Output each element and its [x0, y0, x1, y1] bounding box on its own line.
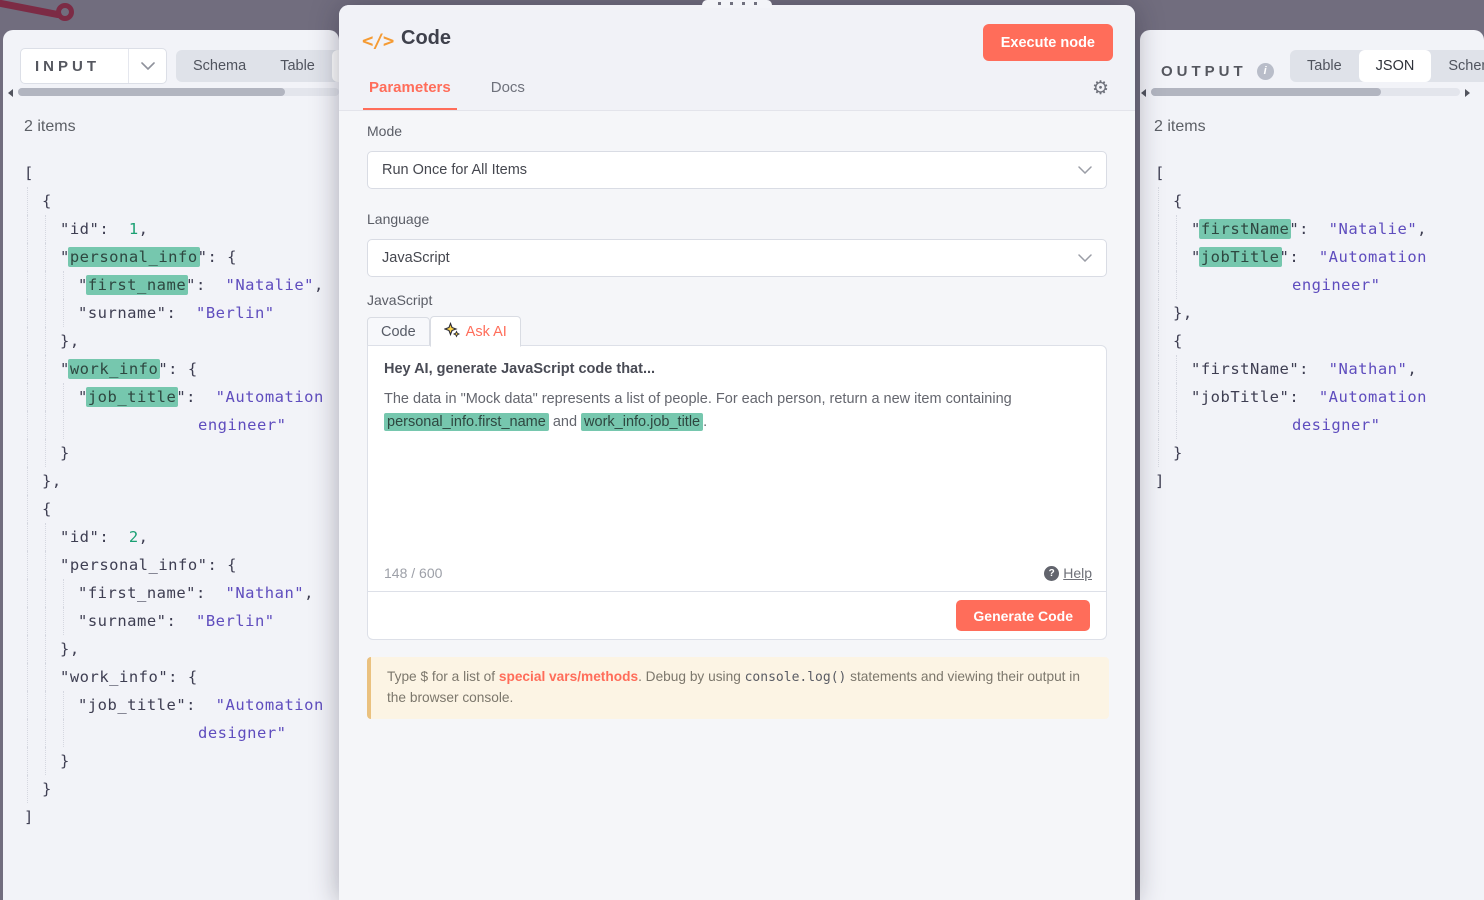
execute-node-button[interactable]: Execute node: [983, 24, 1113, 61]
json-line: engineer": [3, 411, 339, 439]
json-line: designer": [1140, 411, 1484, 439]
json-line: },: [3, 327, 339, 355]
output-view-tabs: Table JSON Schema: [1290, 50, 1484, 82]
language-select[interactable]: JavaScript: [367, 239, 1107, 277]
scrollbar-thumb[interactable]: [1151, 88, 1381, 96]
json-line: "first_name": "Natalie",: [3, 271, 339, 299]
input-panel: INPUT Schema Table JSON 2 items [{"id": …: [3, 30, 339, 900]
json-line: [: [1140, 159, 1484, 187]
json-line: "work_info": {: [3, 355, 339, 383]
json-line: {: [3, 187, 339, 215]
output-panel: OUTPUT i Table JSON Schema 2 items [{"fi…: [1140, 30, 1484, 900]
tab-json[interactable]: JSON: [332, 50, 339, 82]
input-view-tabs: Schema Table JSON: [176, 50, 339, 82]
tab-ask-ai[interactable]: Ask AI: [430, 316, 521, 347]
json-line: "work_info": {: [3, 663, 339, 691]
n8n-canvas-logo-fragment: [0, 0, 102, 34]
json-line: }: [3, 439, 339, 467]
tab-schema[interactable]: Schema: [176, 50, 263, 82]
code-node-icon: </>: [362, 30, 393, 52]
node-title: Code: [401, 27, 451, 50]
logo-connector: [0, 0, 62, 19]
editor-tabs: Code Ask AI: [367, 316, 521, 346]
json-line: {: [1140, 327, 1484, 355]
scroll-left-arrow[interactable]: [1141, 89, 1146, 97]
info-icon[interactable]: i: [1257, 63, 1274, 80]
scroll-left-arrow[interactable]: [8, 89, 13, 97]
input-panel-title: INPUT: [21, 58, 128, 75]
input-json-tree: [{"id": 1,"personal_info": {"first_name"…: [3, 159, 339, 831]
chevron-down-icon: [1078, 166, 1092, 174]
json-line: "surname": "Berlin": [3, 607, 339, 635]
input-source-select[interactable]: INPUT: [20, 48, 167, 84]
tab-docs[interactable]: Docs: [485, 79, 531, 110]
json-line: "firstName": "Nathan",: [1140, 355, 1484, 383]
input-items-count: 2 items: [24, 118, 76, 136]
tab-table[interactable]: Table: [263, 50, 332, 82]
tab-code[interactable]: Code: [367, 317, 430, 346]
help-icon: ?: [1044, 566, 1059, 581]
tab-table[interactable]: Table: [1290, 50, 1359, 82]
code-node-modal: </> Code Execute node Parameters Docs ⚙ …: [339, 5, 1135, 900]
editor-label: JavaScript: [367, 292, 432, 308]
tab-json[interactable]: JSON: [1359, 50, 1432, 82]
prompt-heading: Hey AI, generate JavaScript code that...: [368, 346, 1106, 377]
json-line: {: [1140, 187, 1484, 215]
mode-label: Mode: [367, 123, 402, 139]
json-line: ]: [3, 803, 339, 831]
json-line: },: [3, 635, 339, 663]
json-line: "job_title": "Automation: [3, 691, 339, 719]
json-line: "id": 1,: [3, 215, 339, 243]
ai-prompt-box[interactable]: Hey AI, generate JavaScript code that...…: [367, 345, 1107, 592]
modal-header: </> Code Execute node Parameters Docs ⚙: [339, 5, 1135, 111]
generate-code-button[interactable]: Generate Code: [956, 600, 1090, 631]
scroll-right-arrow[interactable]: [1465, 89, 1470, 97]
sparkle-icon: [444, 322, 460, 342]
language-select-value: JavaScript: [382, 250, 450, 266]
gear-icon[interactable]: ⚙: [1092, 79, 1109, 98]
json-line: },: [3, 467, 339, 495]
json-line: "first_name": "Nathan",: [3, 579, 339, 607]
chevron-down-icon: [128, 49, 166, 83]
generate-code-bar: Generate Code: [367, 592, 1107, 640]
ndv-drag-handle[interactable]: [702, 0, 772, 8]
output-horizontal-scrollbar[interactable]: [1140, 87, 1484, 97]
tab-parameters[interactable]: Parameters: [363, 79, 457, 110]
json-line: ]: [1140, 467, 1484, 495]
json-line: "firstName": "Natalie",: [1140, 215, 1484, 243]
tab-ask-ai-label: Ask AI: [466, 324, 507, 340]
tab-schema[interactable]: Schema: [1431, 50, 1484, 82]
json-line: engineer": [1140, 271, 1484, 299]
json-line: "jobTitle": "Automation: [1140, 383, 1484, 411]
output-items-count: 2 items: [1154, 118, 1206, 136]
char-counter: 148 / 600: [384, 565, 442, 581]
chevron-down-icon: [1078, 254, 1092, 262]
input-horizontal-scrollbar[interactable]: [3, 87, 339, 97]
json-line: "personal_info": {: [3, 551, 339, 579]
json-line: "id": 2,: [3, 523, 339, 551]
json-line: {: [3, 495, 339, 523]
help-label: Help: [1063, 565, 1092, 581]
output-json-tree: [{"firstName": "Natalie","jobTitle": "Au…: [1140, 159, 1484, 495]
json-line: "jobTitle": "Automation: [1140, 243, 1484, 271]
json-line: "job_title": "Automation: [3, 383, 339, 411]
json-line: designer": [3, 719, 339, 747]
help-link[interactable]: ? Help: [1044, 565, 1092, 581]
json-line: "personal_info": {: [3, 243, 339, 271]
json-line: }: [3, 775, 339, 803]
output-panel-title: OUTPUT: [1161, 63, 1247, 80]
json-line: },: [1140, 299, 1484, 327]
language-label: Language: [367, 211, 429, 227]
scrollbar-thumb[interactable]: [18, 88, 285, 96]
logo-node-circle: [56, 3, 74, 21]
json-line: }: [3, 747, 339, 775]
mode-select[interactable]: Run Once for All Items: [367, 151, 1107, 189]
json-line: }: [1140, 439, 1484, 467]
prompt-text: The data in "Mock data" represents a lis…: [368, 377, 1106, 434]
special-vars-notice: Type $ for a list of special vars/method…: [367, 657, 1109, 719]
json-line: "surname": "Berlin": [3, 299, 339, 327]
mode-select-value: Run Once for All Items: [382, 162, 527, 178]
json-line: [: [3, 159, 339, 187]
